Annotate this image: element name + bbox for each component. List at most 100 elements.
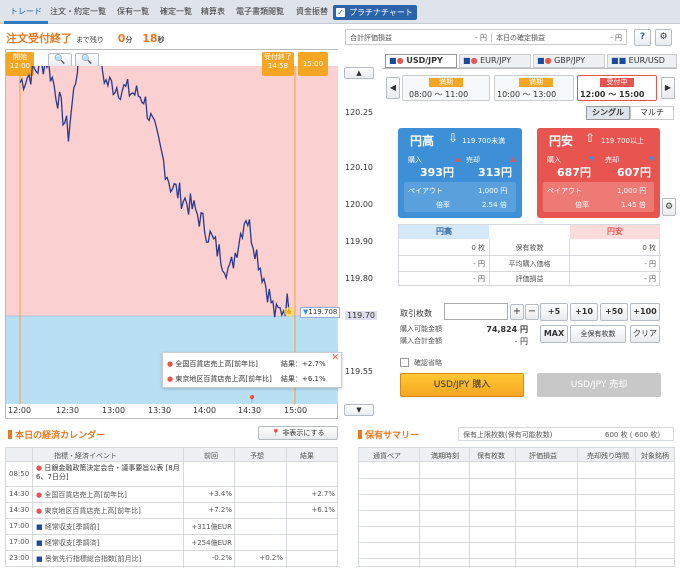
all-holdings-button[interactable]: 全保有枚数 — [570, 325, 626, 343]
add-50-button[interactable]: +50 — [600, 303, 628, 321]
event-time: 08:50 — [9, 470, 30, 478]
platinum-chart-button[interactable]: ✓ プラチナチャート — [333, 5, 417, 20]
hide-label: 非表示にする — [282, 429, 325, 437]
zoom-in-button[interactable]: 🔍 — [75, 53, 99, 67]
tab-eurusd2[interactable]: ■■ EUR/USD — [607, 54, 677, 68]
max-button[interactable]: MAX — [540, 325, 568, 343]
flag-eu-icon: ■ — [36, 539, 43, 547]
col-remaining: 売却残り時間 — [587, 452, 629, 460]
qty-input[interactable] — [444, 303, 508, 320]
x-tick: 15:00 — [284, 406, 308, 415]
tab-transfer[interactable]: 資金振替 — [296, 6, 328, 17]
event-name: ● 東京地区百貨店売上高[前年比] — [36, 506, 141, 516]
session-next-button[interactable]: ▶ — [661, 77, 675, 99]
help-icon: ? — [639, 32, 646, 42]
tab-positions[interactable]: 保有一覧 — [117, 6, 149, 17]
confirm-label: 本日の確定損益 — [491, 33, 545, 43]
pair-label: GBP/JPY — [554, 56, 586, 65]
y-tick: 119.80 — [345, 274, 373, 283]
order-status: 注文受付終了 まで残り 0分 18秒 — [6, 30, 165, 46]
session-3-active[interactable]: 受付中 12:00 〜 15:00 — [577, 75, 657, 101]
y-tick: 120.10 — [345, 163, 373, 172]
scroll-down-button[interactable]: ▼ — [344, 404, 374, 416]
flag-jp-icon: ● — [396, 56, 404, 65]
min-unit: 分 — [125, 36, 133, 44]
col-forecast: 予想 — [250, 452, 264, 460]
holdsum-title: 保有サマリー — [358, 428, 419, 441]
event-text: 景気先行指標総合指数[前月比] — [44, 555, 142, 563]
gear-icon: ⚙ — [659, 32, 668, 42]
event-prev: +254億EUR — [191, 539, 232, 547]
add-100-button[interactable]: +100 — [630, 303, 660, 321]
qty-minus-button[interactable]: − — [525, 304, 539, 320]
triangle-down-icon: ▼ — [649, 155, 655, 163]
settings-button[interactable]: ⚙ — [655, 29, 672, 46]
zoom-out-button[interactable]: 🔍 — [48, 53, 72, 67]
low-label: 円安 — [549, 134, 574, 148]
zoom-in-icon: 🔍 — [81, 55, 93, 65]
tab-orders[interactable]: 注文・約定一覧 — [50, 6, 106, 17]
event-name: ■ 景気先行指標総合指数[前月比] — [36, 554, 141, 564]
session-time: 10:00 〜 13:00 — [497, 90, 557, 99]
add-5-button[interactable]: +5 — [540, 303, 568, 321]
event-prev: -0.2% — [211, 554, 232, 562]
low-option-panel[interactable]: 円安 ⇧ 119.700以上 購入 ▼ 売却 ▼ 687円 607円 ペイアウト… — [537, 128, 660, 218]
popup-event: 東京地区百貨店売上高[前年比] — [175, 375, 272, 383]
clear-button[interactable]: クリア — [630, 325, 660, 343]
tab-usdjpy[interactable]: ■● USD/JPY — [385, 54, 457, 68]
high-option-panel[interactable]: 円高 ⇩ 119.700未満 購入 ▲ 売却 ▲ 393円 313円 ペイアウト… — [398, 128, 522, 218]
qty-plus-button[interactable]: + — [510, 304, 524, 320]
session-1[interactable]: 満期 08:00 〜 11:00 — [402, 75, 490, 101]
session-tag: 満期 — [519, 78, 553, 87]
detail-settings-button[interactable]: ⚙ — [662, 198, 676, 216]
high-sell-price: 313円 — [478, 166, 512, 179]
event-pin-icon[interactable]: 📍 — [247, 395, 257, 404]
add-10-button[interactable]: +10 — [570, 303, 598, 321]
tab-confirmed[interactable]: 確定一覧 — [160, 6, 192, 17]
low-qty: 0 枚 — [642, 244, 656, 252]
low-rate: 1.45 倍 — [621, 201, 646, 209]
confirm-value: - 円 — [610, 34, 622, 42]
session-prev-button[interactable]: ◀ — [386, 77, 400, 99]
x-tick: 14:30 — [238, 406, 262, 415]
mode-multi[interactable]: マルチ — [630, 106, 674, 120]
tab-gbpjpy[interactable]: ■● GBP/JPY — [533, 54, 605, 68]
popup-result: 結果：+6.1% — [281, 375, 326, 383]
holdings-label: 平均購入価格 — [508, 260, 551, 268]
session-2[interactable]: 満期 10:00 〜 13:00 — [494, 75, 574, 101]
close-icon[interactable]: ✕ — [331, 353, 339, 363]
help-button[interactable]: ? — [634, 29, 651, 46]
avail-amount: 74,824 円 — [486, 325, 528, 334]
row-divider — [359, 542, 674, 543]
row-divider — [359, 526, 674, 527]
holdings-label: 評価損益 — [515, 275, 544, 283]
triangle-up-icon: ▲ — [510, 155, 516, 163]
confirm-skip-checkbox[interactable] — [400, 358, 409, 367]
mode-single[interactable]: シングル — [586, 106, 630, 120]
buy-button[interactable]: USD/JPY 購入 — [400, 373, 524, 397]
holdings-label: 保有枚数 — [515, 244, 544, 252]
flag-jp-icon: ● — [544, 56, 552, 65]
tab-eurusd[interactable]: ■● EUR/JPY — [459, 54, 531, 68]
tab-documents[interactable]: 電子書類閲覧 — [236, 6, 284, 17]
chevron-right-icon: ▶ — [664, 83, 672, 92]
holdsum-limit: 保有上限枚数(保有可能枚数) 600 枚 ( 600 枚) — [458, 427, 674, 441]
scroll-up-button[interactable]: ▲ — [344, 67, 374, 79]
flag-jp-icon: ● — [36, 464, 43, 472]
tab-trade[interactable]: トレード — [4, 6, 48, 24]
row-divider — [359, 558, 674, 559]
row-divider — [6, 534, 337, 535]
row-divider — [6, 550, 337, 551]
session-tag: 受付中 — [600, 78, 634, 87]
col-divider — [419, 448, 420, 568]
pair-label: USD/JPY — [406, 56, 443, 65]
triangle-up-icon: ▲ — [356, 69, 362, 77]
tab-settlement[interactable]: 精算表 — [201, 6, 225, 17]
flag-eu-icon: ■ — [463, 56, 471, 65]
event-time: 17:00 — [9, 538, 30, 546]
event-result: +2.7% — [311, 490, 335, 498]
event-text: 日銀金融政策決定会合・議事要旨公表 [8月6、7日分] — [36, 464, 180, 481]
hide-calendar-button[interactable]: 📍 非表示にする — [258, 426, 338, 440]
sell-button[interactable]: USD/JPY 売却 — [537, 373, 661, 397]
event-time: 23:00 — [9, 554, 30, 562]
